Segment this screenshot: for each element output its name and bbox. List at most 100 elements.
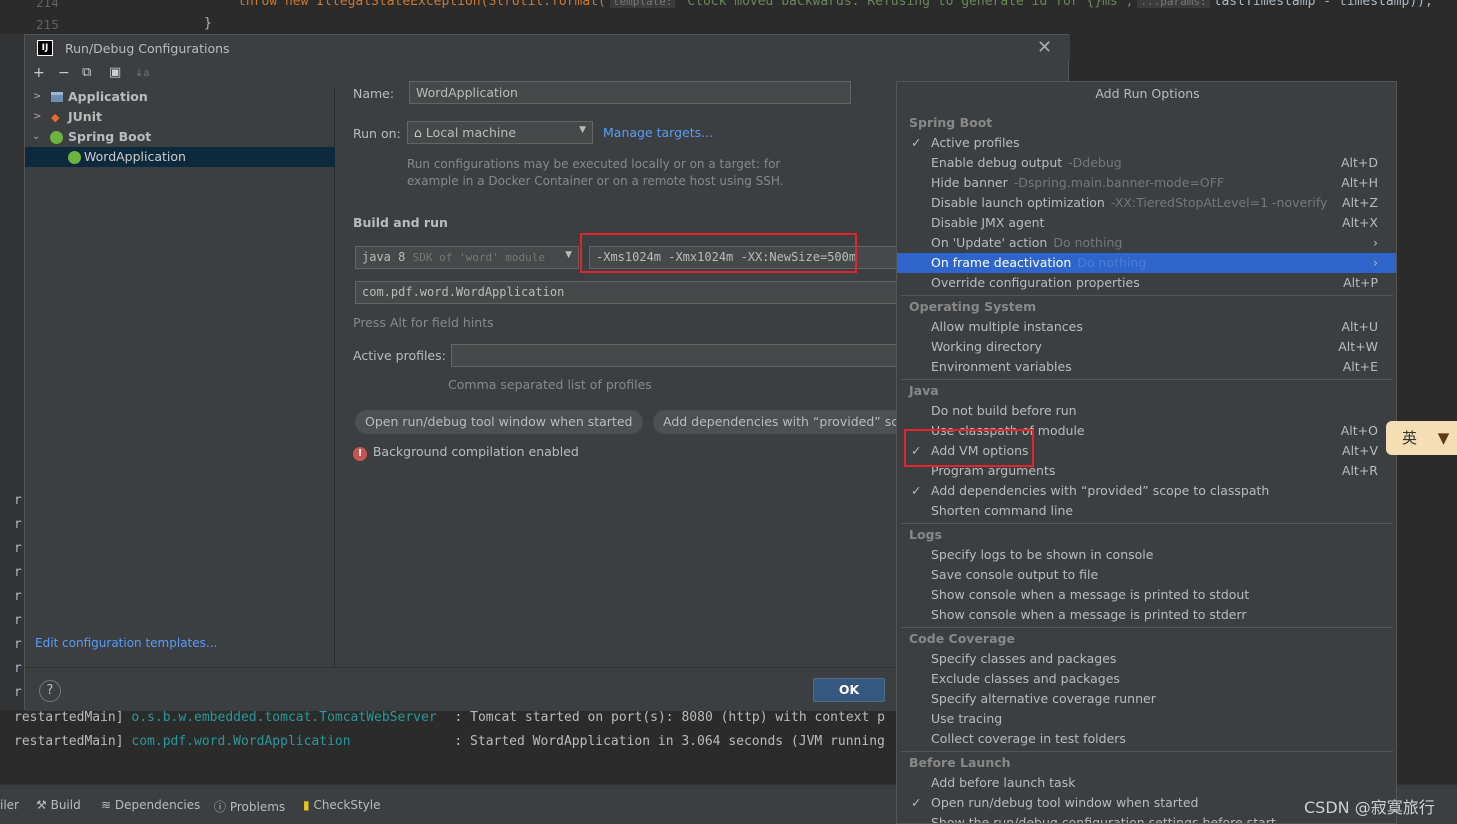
- popup-section-header: Spring Boot: [909, 115, 993, 130]
- close-icon[interactable]: ✕: [1037, 37, 1052, 58]
- manage-targets-link[interactable]: Manage targets...: [603, 125, 713, 140]
- add-config-icon[interactable]: +: [33, 65, 45, 81]
- option-label: On frame deactivation: [931, 255, 1072, 270]
- intellij-logo-icon: IJ: [37, 40, 53, 56]
- remove-config-icon[interactable]: −: [58, 65, 70, 81]
- popup-option[interactable]: Hide banner -Dspring.main.banner-mode=OFF…: [897, 173, 1396, 193]
- popup-option[interactable]: Do not build before run: [897, 401, 1396, 421]
- popup-option[interactable]: Show console when a message is printed t…: [897, 605, 1396, 625]
- run-on-select[interactable]: ⌂ Local machine ▼: [407, 121, 593, 144]
- console-class-link[interactable]: com.pdf.word.WordApplication: [131, 734, 350, 749]
- tree-item-spring-boot[interactable]: ⌄ Spring Boot: [25, 127, 335, 147]
- console-line: restartedMain] o.s.b.w.embedded.tomcat.T…: [14, 710, 885, 725]
- option-shortcut: Alt+H: [1341, 175, 1378, 190]
- popup-option[interactable]: Exclude classes and packages: [897, 669, 1396, 689]
- option-label: Specify alternative coverage runner: [931, 691, 1156, 706]
- option-label-group: Save console output to file: [931, 565, 1098, 585]
- console-class-link[interactable]: o.s.b.w.embedded.tomcat.TomcatWebServer: [131, 710, 436, 725]
- jdk-select[interactable]: java 8 SDK of 'word' module ▼: [355, 246, 579, 269]
- popup-option[interactable]: Disable JMX agent Alt+X: [897, 213, 1396, 233]
- popup-option[interactable]: Specify alternative coverage runner: [897, 689, 1396, 709]
- popup-title: Add Run Options: [1095, 86, 1200, 101]
- option-label: Override configuration properties: [931, 275, 1140, 290]
- popup-option[interactable]: On 'Update' action Do nothing ›: [897, 233, 1396, 253]
- option-label: Disable launch optimization: [931, 195, 1105, 210]
- popup-option[interactable]: ✓ Add dependencies with “provided” scope …: [897, 481, 1396, 501]
- tool-window-label: Problems: [229, 800, 286, 814]
- application-icon: [51, 92, 63, 102]
- chevron-right-icon[interactable]: >: [33, 87, 41, 107]
- active-profiles-field[interactable]: [451, 344, 899, 367]
- option-label: Active profiles: [931, 135, 1020, 150]
- help-button[interactable]: ?: [39, 680, 61, 702]
- popup-option[interactable]: ✓ Active profiles: [897, 133, 1396, 153]
- popup-option[interactable]: Working directory Alt+W: [897, 337, 1396, 357]
- ime-indicator[interactable]: 英 ▼: [1386, 421, 1457, 455]
- option-label-group: Use tracing: [931, 709, 1002, 729]
- edit-templates-link[interactable]: Edit configuration templates...: [35, 636, 217, 650]
- tool-window-label: CheckStyle: [313, 798, 381, 812]
- tree-item-junit[interactable]: > ◆ JUnit: [25, 107, 335, 127]
- popup-option[interactable]: Specify logs to be shown in console: [897, 545, 1396, 565]
- sort-icon[interactable]: ↓a: [135, 68, 150, 79]
- hint-line: Run configurations may be executed local…: [407, 157, 781, 171]
- dialog-title: Run/Debug Configurations: [65, 41, 230, 56]
- dialog-title-bar[interactable]: IJ Run/Debug Configurations ✕: [25, 35, 1070, 61]
- chevron-right-icon[interactable]: >: [33, 107, 41, 127]
- code-brace: }: [204, 16, 212, 31]
- move-to-folder-icon[interactable]: ▣: [109, 65, 121, 80]
- chip-label: Add dependencies with “provided” scope: [663, 414, 899, 429]
- chevron-down-icon[interactable]: ⌄: [32, 127, 40, 147]
- popup-option[interactable]: Enable debug output -Ddebug Alt+D: [897, 153, 1396, 173]
- popup-option[interactable]: Specify classes and packages: [897, 649, 1396, 669]
- param-hint: template:: [609, 0, 676, 8]
- popup-option[interactable]: Disable launch optimization -XX:TieredSto…: [897, 193, 1396, 213]
- popup-separator: [901, 523, 1393, 524]
- tool-window-profiler[interactable]: iler: [0, 798, 19, 812]
- ok-button[interactable]: OK: [813, 678, 885, 702]
- tool-window-problems[interactable]: ⓘ Problems: [214, 798, 285, 815]
- popup-option[interactable]: Add before launch task: [897, 773, 1396, 793]
- console-fragment: r: [14, 565, 22, 580]
- popup-option[interactable]: Environment variables Alt+E: [897, 357, 1396, 377]
- add-dependencies-chip[interactable]: Add dependencies with “provided” scope: [653, 410, 899, 434]
- option-label: Do not build before run: [931, 403, 1077, 418]
- main-class-field[interactable]: com.pdf.word.WordApplication: [355, 281, 899, 304]
- popup-option[interactable]: Use tracing: [897, 709, 1396, 729]
- option-hint: -XX:TieredStopAtLevel=1 -noverify: [1110, 195, 1328, 210]
- tool-window-checkstyle[interactable]: ▮ CheckStyle: [303, 798, 381, 812]
- checkmark-icon: ✓: [911, 135, 922, 150]
- tree-item-label: Application: [68, 89, 148, 104]
- code-suffix: lastTimestamp - timestamp));: [1213, 0, 1433, 9]
- remove-chip-icon[interactable]: ✕: [642, 418, 643, 429]
- run-on-value: Local machine: [425, 125, 517, 140]
- name-field[interactable]: WordApplication: [409, 81, 851, 104]
- popup-option[interactable]: Override configuration properties Alt+P: [897, 273, 1396, 293]
- active-profiles-label: Active profiles:: [353, 348, 446, 363]
- popup-option[interactable]: Collect coverage in test folders: [897, 729, 1396, 749]
- tree-item-wordapplication[interactable]: WordApplication: [25, 147, 335, 167]
- popup-option[interactable]: Show console when a message is printed t…: [897, 585, 1396, 605]
- junit-icon: ◆: [51, 111, 60, 124]
- tool-window-build[interactable]: ⚒ Build: [36, 798, 81, 812]
- chevron-down-icon: ▼: [565, 250, 572, 260]
- open-tool-window-chip[interactable]: Open run/debug tool window when started …: [355, 410, 643, 434]
- hammer-icon: ⚒: [36, 798, 47, 812]
- code-editor[interactable]: 214 215 throw new IllegalStateException(…: [0, 0, 1457, 34]
- tree-item-application[interactable]: > Application: [25, 87, 335, 107]
- popup-option[interactable]: Allow multiple instances Alt+U: [897, 317, 1396, 337]
- popup-section-header: Java: [909, 383, 939, 398]
- option-label: Shorten command line: [931, 503, 1074, 518]
- param-hint: ...params:: [1137, 0, 1210, 8]
- popup-option[interactable]: Shorten command line: [897, 501, 1396, 521]
- popup-option[interactable]: Save console output to file: [897, 565, 1396, 585]
- run-console[interactable]: restartedMain] o.s.b.w.embedded.tomcat.T…: [0, 710, 896, 784]
- ime-language: 英: [1402, 429, 1418, 447]
- option-label: Specify classes and packages: [931, 651, 1117, 666]
- option-label: Enable debug output: [931, 155, 1063, 170]
- popup-option[interactable]: On frame deactivation Do nothing ›: [897, 253, 1396, 273]
- tool-window-dependencies[interactable]: ≋ Dependencies: [101, 798, 200, 812]
- copy-config-icon[interactable]: ⧉: [82, 65, 91, 80]
- option-label: Disable JMX agent: [931, 215, 1045, 230]
- watermark: CSDN @寂寞旅行: [1304, 798, 1435, 817]
